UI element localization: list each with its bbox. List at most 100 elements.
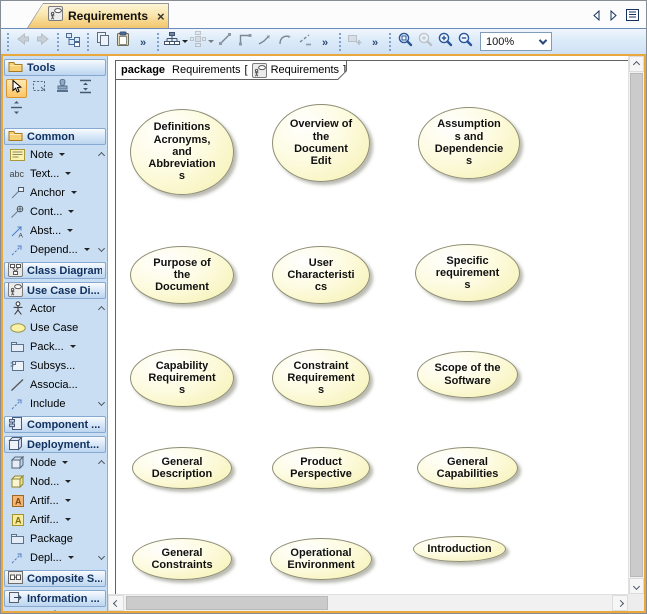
horizontal-scrollbar-left-button[interactable] <box>108 595 124 611</box>
curve-path-button[interactable] <box>275 31 295 53</box>
vertical-scrollbar-up-button[interactable] <box>629 56 644 72</box>
palette-item-cont[interactable]: Cont... <box>3 202 107 221</box>
tab-list-icon[interactable] <box>626 9 639 21</box>
vertical-scrollbar[interactable] <box>628 56 644 594</box>
palette-scroll-up-icon[interactable] <box>99 149 104 161</box>
dropdown-arrow-icon[interactable] <box>65 499 71 502</box>
use-case-node-scope-of-the-software[interactable]: Scope of theSoftware <box>417 351 518 398</box>
palette-section-common[interactable]: Common <box>4 128 106 145</box>
zoom-in-button[interactable] <box>435 31 455 53</box>
dropdown-arrow-icon[interactable] <box>182 40 188 43</box>
use-case-node-general-constraints[interactable]: GeneralConstraints <box>132 538 232 580</box>
dropdown-arrow-icon[interactable] <box>208 40 214 43</box>
dropdown-arrow-icon[interactable] <box>67 229 73 232</box>
use-case-node-overview-of-the-document-edit[interactable]: Overview oftheDocumentEdit <box>272 104 370 182</box>
palette-scroll-up-icon[interactable] <box>99 457 104 469</box>
dropdown-arrow-icon[interactable] <box>68 210 74 213</box>
palette-item-text[interactable]: abcText... <box>3 164 107 183</box>
palette-section-information[interactable]: Information ... <box>4 590 106 607</box>
use-case-node-capability-requirements[interactable]: CapabilityRequirements <box>130 349 234 407</box>
stamp-tool-button[interactable] <box>52 79 73 98</box>
dropdown-arrow-icon[interactable] <box>65 480 71 483</box>
palette-item-actor[interactable]: Actor <box>3 299 107 318</box>
use-case-node-constraint-requirements[interactable]: ConstraintRequirements <box>272 349 370 407</box>
autosize-button[interactable] <box>345 31 365 53</box>
palette-scroll-down-icon[interactable] <box>99 550 104 562</box>
palette-section-tools[interactable]: Tools <box>4 59 106 76</box>
tab-close-icon[interactable]: × <box>157 9 165 24</box>
copy-button[interactable] <box>93 31 113 53</box>
palette-item-node[interactable]: Node <box>3 453 107 472</box>
back-button[interactable] <box>13 31 33 53</box>
dropdown-arrow-icon[interactable] <box>62 461 68 464</box>
palette-item-artif[interactable]: AArtif... <box>3 510 107 529</box>
palette-item-nod[interactable]: Nod... <box>3 472 107 491</box>
oblique-path-button[interactable] <box>215 31 235 53</box>
palette-item-anchor[interactable]: Anchor <box>3 183 107 202</box>
palette-item-note[interactable]: Note <box>3 145 107 164</box>
next-tab-icon[interactable] <box>609 10 618 21</box>
palette-item-subsys[interactable]: Subsys... <box>3 356 107 375</box>
vertical-scrollbar-thumb[interactable] <box>630 73 643 577</box>
palette-item-depend[interactable]: Depend... <box>3 240 107 259</box>
clipboard-overflow-button[interactable]: » <box>133 31 153 53</box>
palette-section-component[interactable]: Component ... <box>4 416 106 433</box>
quick-layout-button[interactable] <box>189 31 215 53</box>
align-tool-button[interactable] <box>6 100 27 119</box>
palette-item-associa[interactable]: Associa... <box>3 375 107 394</box>
layout-button[interactable] <box>163 31 189 53</box>
bezier-path-button[interactable] <box>255 31 275 53</box>
palette-item-package[interactable]: Package <box>3 529 107 548</box>
use-case-node-general-description[interactable]: GeneralDescription <box>132 447 232 489</box>
rectilinear-path-button[interactable] <box>235 31 255 53</box>
palette-scroll-down-icon[interactable] <box>99 396 104 408</box>
vertical-scrollbar-down-button[interactable] <box>629 578 644 594</box>
horizontal-scrollbar-thumb[interactable] <box>126 596 328 610</box>
zoom-fit-button[interactable] <box>415 31 435 53</box>
select-tool-button[interactable] <box>6 79 27 98</box>
palette-item-depl[interactable]: Depl... <box>3 548 107 567</box>
tab-requirements[interactable]: Requirements × <box>27 3 169 28</box>
prev-tab-icon[interactable] <box>592 10 601 21</box>
zoom-region-button[interactable] <box>395 31 415 53</box>
forward-button[interactable] <box>33 31 53 53</box>
dropdown-arrow-icon[interactable] <box>71 191 77 194</box>
dashed-path-button[interactable] <box>295 31 315 53</box>
use-case-node-purpose-of-the-document[interactable]: Purpose oftheDocument <box>130 246 234 304</box>
use-case-node-definitions-acronyms-and-abbreviations[interactable]: DefinitionsAcronyms,andAbbreviations <box>130 109 234 195</box>
palette-scroll-up-icon[interactable] <box>99 303 104 315</box>
palette-section-use-case-di[interactable]: Use Case Di... <box>4 282 106 299</box>
sticky-selection-tool-button[interactable] <box>29 79 50 98</box>
palette-item-use-case[interactable]: Use Case <box>3 318 107 337</box>
use-case-node-assumptions-and-dependencies[interactable]: Assumptions andDependencies <box>418 107 520 179</box>
use-case-node-general-capabilities[interactable]: GeneralCapabilities <box>417 447 518 489</box>
palette-section-composite-s[interactable]: Composite S... <box>4 570 106 587</box>
palette-scroll-down-icon[interactable] <box>99 242 104 254</box>
palette-item-pack[interactable]: Pack... <box>3 337 107 356</box>
palette-scroll-up-button[interactable] <box>3 607 107 611</box>
dropdown-arrow-icon[interactable] <box>59 153 65 156</box>
diagram-canvas[interactable]: package Requirements [ Requirements ] De… <box>108 56 644 611</box>
horizontal-scrollbar-right-button[interactable] <box>612 595 628 611</box>
palette-item-include[interactable]: Include <box>3 394 107 413</box>
horizontal-scrollbar[interactable] <box>108 594 628 611</box>
paths-overflow-button[interactable]: » <box>315 31 335 53</box>
paste-button[interactable] <box>113 31 133 53</box>
dropdown-arrow-icon[interactable] <box>68 556 74 559</box>
use-case-node-operational-environment[interactable]: OperationalEnvironment <box>270 538 372 580</box>
resize-overflow-button[interactable]: » <box>365 31 385 53</box>
dropdown-arrow-icon[interactable] <box>70 345 76 348</box>
show-containment-button[interactable] <box>63 31 83 53</box>
dropdown-arrow-icon[interactable] <box>65 518 71 521</box>
use-case-node-introduction[interactable]: Introduction <box>413 536 506 562</box>
distribute-tool-button[interactable] <box>75 79 96 98</box>
palette-item-abst[interactable]: AAbst... <box>3 221 107 240</box>
palette-section-deployment[interactable]: Deployment... <box>4 436 106 453</box>
dropdown-arrow-icon[interactable] <box>65 172 71 175</box>
dropdown-arrow-icon[interactable] <box>84 248 90 251</box>
use-case-node-product-perspective[interactable]: ProductPerspective <box>272 447 370 489</box>
zoom-out-button[interactable] <box>455 31 475 53</box>
palette-section-class-diagram[interactable]: Class Diagram <box>4 262 106 279</box>
use-case-node-user-characteristics[interactable]: UserCharacteristics <box>272 246 370 304</box>
use-case-node-specific-requirements[interactable]: Specificrequirements <box>415 244 520 302</box>
